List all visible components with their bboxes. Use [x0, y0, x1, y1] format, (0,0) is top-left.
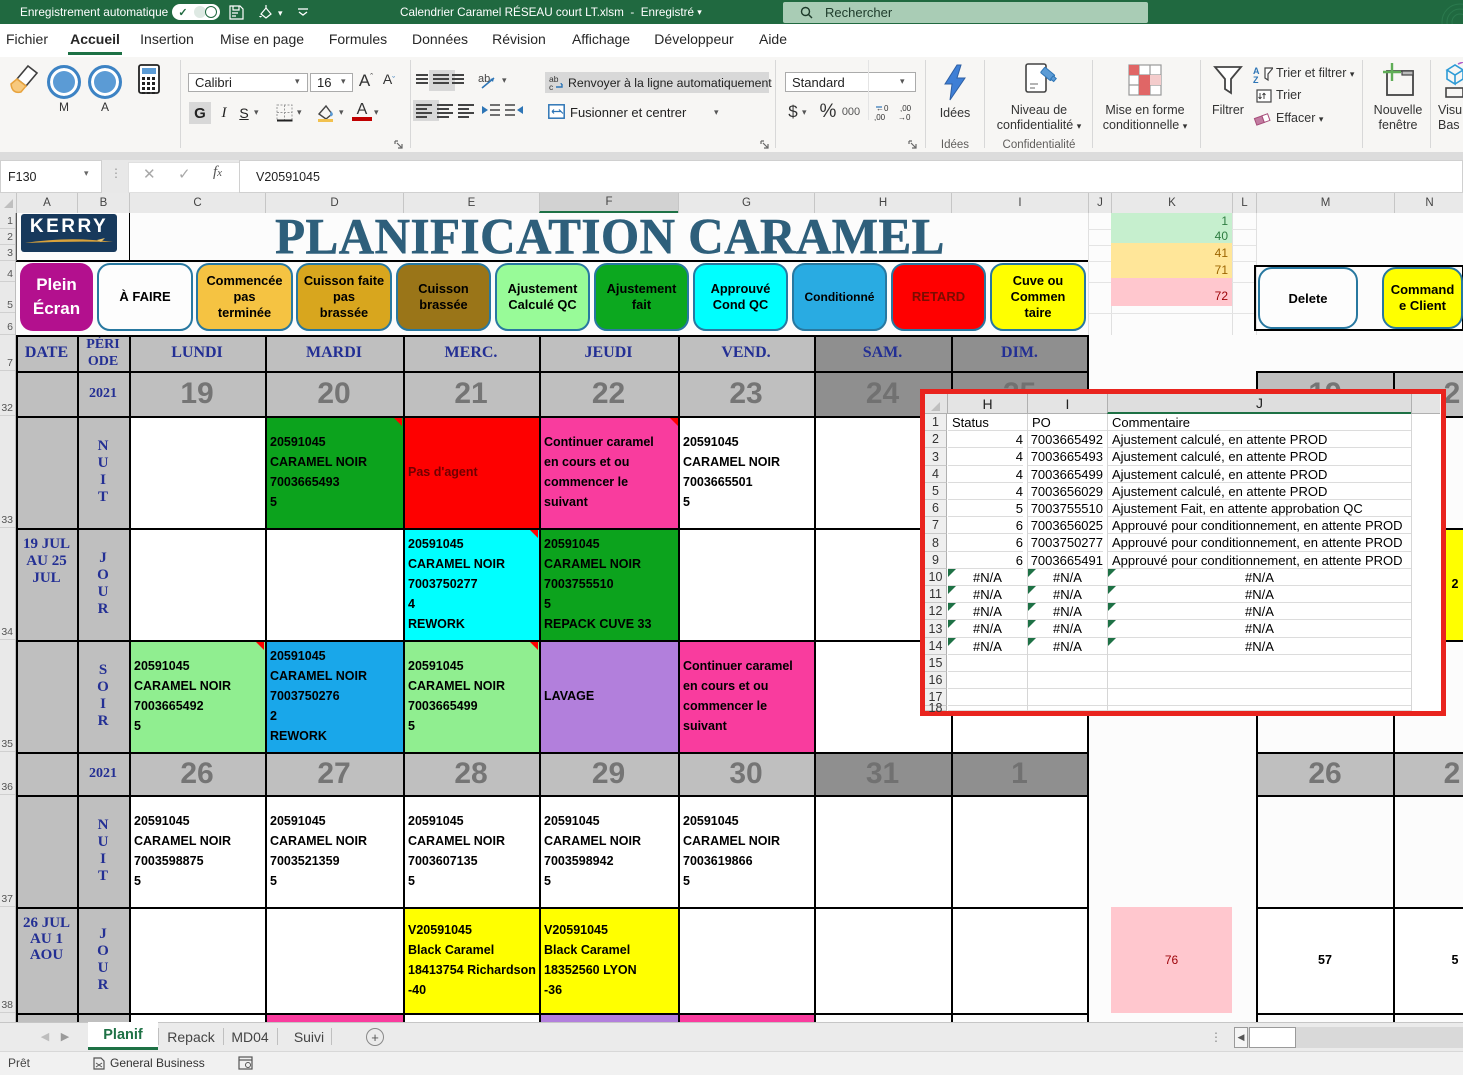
svg-text:→0: →0 [898, 113, 911, 121]
svg-text:Z: Z [1253, 75, 1259, 84]
svg-text:,00: ,00 [900, 104, 912, 113]
svg-text:←0: ←0 [876, 104, 889, 113]
svg-text:,00: ,00 [874, 113, 886, 121]
